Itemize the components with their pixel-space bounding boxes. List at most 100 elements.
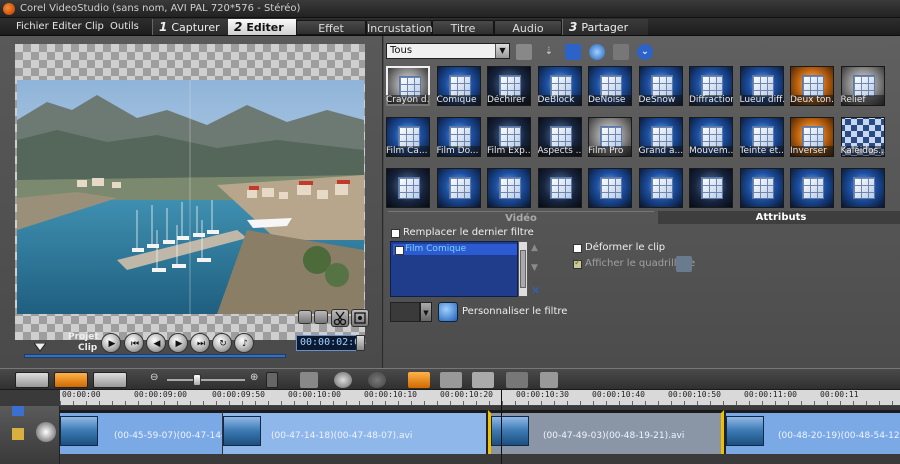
timecode-display[interactable]: 00:00:02:03: [296, 335, 366, 351]
replace-last-filter-checkbox[interactable]: [391, 229, 400, 238]
window-title: Corel VideoStudio (sans nom, AVI PAL 720…: [20, 3, 301, 14]
customize-filter-icon[interactable]: [438, 302, 458, 322]
fullscreen-icon[interactable]: [351, 309, 369, 327]
filter-label: Kaléidos...: [840, 146, 885, 157]
filter-label: Film Ca...: [386, 146, 430, 157]
playhead[interactable]: [501, 390, 502, 464]
menu-editer[interactable]: Editer: [52, 21, 82, 32]
audio-view-button[interactable]: [93, 372, 127, 388]
folder-icon[interactable]: [516, 44, 532, 60]
step-forward-icon: ▶: [175, 339, 183, 349]
step-partager[interactable]: 3 Partager: [562, 19, 648, 35]
applied-filter-item[interactable]: Film Comique: [393, 244, 517, 255]
filter-thumbnail[interactable]: [487, 168, 531, 208]
filter-label: Grand a...: [638, 146, 683, 157]
filter-preview-icon: [852, 177, 875, 199]
move-up-icon[interactable]: ▲: [531, 243, 538, 253]
menu-clip[interactable]: Clip: [85, 21, 104, 32]
tab-video[interactable]: Vidéo: [388, 211, 654, 224]
move-down-icon[interactable]: ▼: [531, 263, 538, 273]
zoom-in-icon[interactable]: ⊕: [250, 372, 258, 383]
film-reel-icon: [36, 422, 56, 442]
video-filmstrip-icon[interactable]: [472, 372, 494, 388]
mark-in-button[interactable]: [298, 310, 312, 324]
menu-outils[interactable]: Outils: [110, 21, 139, 32]
filter-thumbnail[interactable]: [739, 168, 784, 208]
applied-filters-list[interactable]: Film Comique: [390, 241, 518, 297]
filter-thumbnail[interactable]: [537, 168, 582, 208]
timecode-spinner[interactable]: [356, 335, 365, 351]
filter-preview-icon: [852, 75, 875, 97]
filter-thumbnail[interactable]: [790, 168, 834, 208]
mark-out-button[interactable]: [314, 310, 328, 324]
timeline-clip[interactable]: (00-45-59-07)(00-47-14-10).avi: [60, 410, 222, 454]
filter-thumbnail[interactable]: [386, 168, 430, 208]
menu-bar: Fichier Editer Clip Outils 1 Capturer 2 Ed…: [0, 18, 900, 36]
menu-fichier[interactable]: Fichier: [16, 21, 49, 32]
timeline-clip[interactable]: (00-47-14-18)(00-47-48-07).avi: [222, 410, 486, 454]
storyboard-view-button[interactable]: [15, 372, 49, 388]
filter-thumbnail[interactable]: [638, 168, 683, 208]
filter-thumbnail[interactable]: [840, 168, 885, 208]
project-label[interactable]: Projet: [68, 332, 99, 342]
deform-clip-checkbox[interactable]: [573, 244, 582, 253]
timeline-clip[interactable]: (00-48-20-19)(00-48-54-12).avi: [726, 410, 900, 454]
customize-filter-label[interactable]: Personnaliser le filtre: [462, 306, 567, 317]
volume-button[interactable]: ♪: [234, 333, 254, 353]
filter-thumbnail[interactable]: [588, 168, 632, 208]
show-grid-checkbox[interactable]: [573, 258, 582, 269]
end-button[interactable]: ⏭: [190, 333, 210, 353]
filter-thumbnail[interactable]: [436, 168, 481, 208]
zoom-out-icon[interactable]: ⊖: [150, 372, 158, 383]
preset-dropdown-icon[interactable]: ▼: [420, 302, 432, 322]
filter-label: Relief: [840, 95, 885, 106]
delete-filter-icon[interactable]: ✕: [531, 284, 540, 297]
video-track[interactable]: (00-45-59-07)(00-47-14-10).avi (00-47-14…: [60, 410, 900, 454]
timeline-view-button[interactable]: [54, 372, 88, 388]
filter-list-scrollbar[interactable]: [518, 241, 528, 297]
step-capturer[interactable]: 1 Capturer: [152, 19, 228, 35]
repeat-button[interactable]: ↻: [212, 333, 232, 353]
library-category-dropdown[interactable]: Tous ▼: [386, 43, 510, 59]
smart-proxy-icon[interactable]: [408, 372, 430, 388]
zoom-slider-handle[interactable]: [193, 374, 201, 386]
filter-thumbnail[interactable]: [689, 168, 733, 208]
filter-preset-box[interactable]: [390, 302, 420, 322]
refresh-icon[interactable]: [589, 44, 605, 60]
expand-options-icon[interactable]: ⌄: [637, 44, 653, 60]
selected-timeline-clip[interactable]: (00-47-49-03)(00-48-19-21).avi: [488, 410, 724, 454]
tab-effet[interactable]: Effet: [296, 20, 366, 35]
previous-frame-button[interactable]: ◀: [146, 333, 166, 353]
batch-convert-icon[interactable]: [440, 372, 462, 388]
tab-titre[interactable]: Titre: [432, 20, 494, 35]
home-button[interactable]: ⏮: [124, 333, 144, 353]
track-manager-icon[interactable]: [506, 372, 528, 388]
track-lock-icon[interactable]: [12, 428, 24, 440]
app-icon: [3, 3, 15, 15]
undo-icon[interactable]: [334, 372, 352, 388]
fit-timeline-button[interactable]: [266, 372, 278, 388]
insert-media-icon[interactable]: [300, 372, 318, 388]
zoom-slider[interactable]: [167, 379, 245, 381]
step-back-icon: ◀: [153, 339, 161, 349]
track-toggle-icon[interactable]: [12, 406, 24, 416]
next-frame-button[interactable]: ▶: [168, 333, 188, 353]
chapter-icon[interactable]: [540, 372, 558, 388]
timeline-ruler[interactable]: 00:00:00 00:00:09:00 00:00:09:50 00:00:1…: [60, 390, 900, 406]
tab-incrustation[interactable]: Incrustation: [366, 20, 433, 35]
redo-icon[interactable]: [368, 372, 386, 388]
scrubber-handle[interactable]: [34, 343, 46, 353]
step-editer[interactable]: 2 Editer: [228, 19, 296, 35]
filter-label: DeBlock: [537, 95, 582, 106]
import-icon[interactable]: ⇣: [541, 44, 557, 60]
grid-options-icon[interactable]: [676, 256, 692, 272]
scissors-icon[interactable]: [331, 309, 349, 327]
preview-scrubber[interactable]: [24, 354, 286, 358]
tab-audio[interactable]: Audio: [494, 20, 562, 35]
filter-label: DeSnow: [638, 95, 683, 106]
library-manager-icon[interactable]: [613, 44, 629, 60]
view-options-icon[interactable]: [565, 44, 581, 60]
clip-label[interactable]: Clip: [78, 343, 97, 353]
play-button[interactable]: ▶: [101, 333, 121, 353]
tab-attributs[interactable]: Attributs: [658, 211, 900, 224]
